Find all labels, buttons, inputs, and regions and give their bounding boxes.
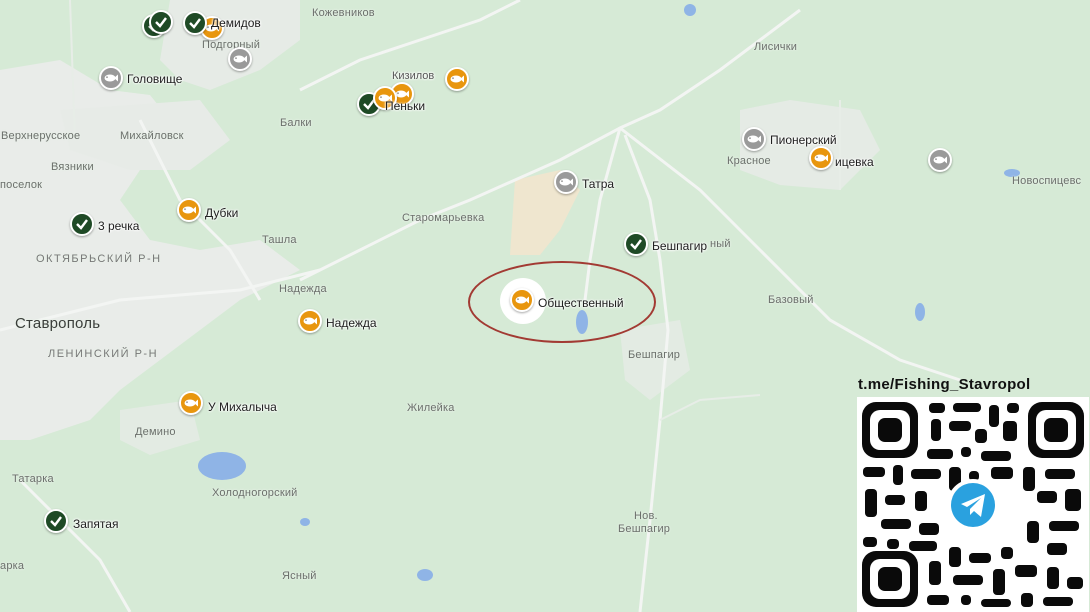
- pond-4: [300, 518, 310, 526]
- fish-marker-icon[interactable]: [742, 127, 766, 151]
- place-label: Жилейка: [407, 402, 455, 414]
- qr-code[interactable]: [857, 397, 1089, 612]
- place-label: Верхнерусское: [1, 130, 81, 142]
- marker-label: Пеньки: [385, 99, 426, 113]
- marker-label: Дубки: [205, 206, 239, 220]
- marker-label: Общественный: [538, 296, 624, 310]
- fish-marker-icon[interactable]: [179, 391, 203, 415]
- telegram-channel-link[interactable]: t.me/Fishing_Stavropol: [858, 376, 1030, 393]
- marker-label: ицевка: [835, 155, 874, 169]
- district-label: ОКТЯБРЬСКИЙ Р-Н: [36, 253, 162, 265]
- place-label: Старомарьевка: [402, 212, 485, 224]
- place-label: Михайловск: [120, 130, 184, 142]
- fish-marker-icon[interactable]: [510, 288, 534, 312]
- marker-label: Головище: [127, 72, 183, 86]
- fish-marker-icon[interactable]: [177, 198, 201, 222]
- fish-marker-icon[interactable]: [554, 170, 578, 194]
- city-label: Ставрополь: [15, 315, 101, 332]
- marker-label: Пионерский: [770, 133, 837, 147]
- marker-label: Кизилов: [392, 70, 435, 82]
- check-marker-icon[interactable]: [149, 10, 173, 34]
- marker-label: Надежда: [326, 316, 377, 330]
- place-label: Бешпагир: [628, 349, 681, 361]
- check-marker-icon[interactable]: [44, 509, 68, 533]
- pond-5: [684, 4, 696, 16]
- pond-2: [417, 569, 433, 581]
- check-marker-icon[interactable]: [624, 232, 648, 256]
- marker-label: У Михалыча: [208, 400, 277, 414]
- telegram-icon: [947, 479, 999, 531]
- place-label: Ташла: [262, 234, 297, 246]
- marker-label: Демидов: [211, 16, 261, 30]
- check-marker-icon[interactable]: [70, 212, 94, 236]
- marker-label: Татра: [582, 177, 615, 191]
- lake-kholodnogorsky: [198, 452, 246, 480]
- fish-marker-icon[interactable]: [928, 148, 952, 172]
- map-canvas[interactable]: Кожевников Подгорный Верхнерусское Михай…: [0, 0, 1090, 612]
- fish-marker-icon[interactable]: [228, 47, 252, 71]
- place-label: Кожевников: [312, 7, 375, 19]
- place-label: Холодногорский: [212, 487, 298, 499]
- place-label: Красное: [727, 155, 771, 167]
- place-label: Бешпагир: [618, 523, 671, 535]
- place-label: Нов.: [634, 510, 658, 522]
- place-label: ный: [710, 238, 731, 250]
- place-label: Балки: [280, 117, 312, 129]
- place-label: Демино: [135, 426, 176, 438]
- telegram-promo: t.me/Fishing_Stavropol: [855, 370, 1090, 612]
- place-label: арка: [0, 560, 25, 572]
- place-label: поселок: [0, 179, 43, 191]
- place-label: Базовый: [768, 294, 814, 306]
- place-label: Надежда: [279, 283, 327, 295]
- place-label: Новоспицевс: [1012, 175, 1082, 187]
- pond-3: [915, 303, 925, 321]
- fish-marker-icon[interactable]: [445, 67, 469, 91]
- fish-marker-icon[interactable]: [809, 146, 833, 170]
- place-label: Татарка: [12, 473, 54, 485]
- fish-marker-icon[interactable]: [298, 309, 322, 333]
- marker-label: 3 речка: [98, 219, 140, 233]
- marker-label: Бешпагир: [652, 239, 708, 253]
- check-marker-icon[interactable]: [183, 11, 207, 35]
- place-label: Лисички: [754, 41, 798, 53]
- fish-marker-icon[interactable]: [99, 66, 123, 90]
- district-label: ЛЕНИНСКИЙ Р-Н: [48, 348, 159, 360]
- place-label: Ясный: [282, 570, 317, 582]
- marker-label: Запятая: [73, 517, 119, 531]
- place-label: Вязники: [51, 161, 94, 173]
